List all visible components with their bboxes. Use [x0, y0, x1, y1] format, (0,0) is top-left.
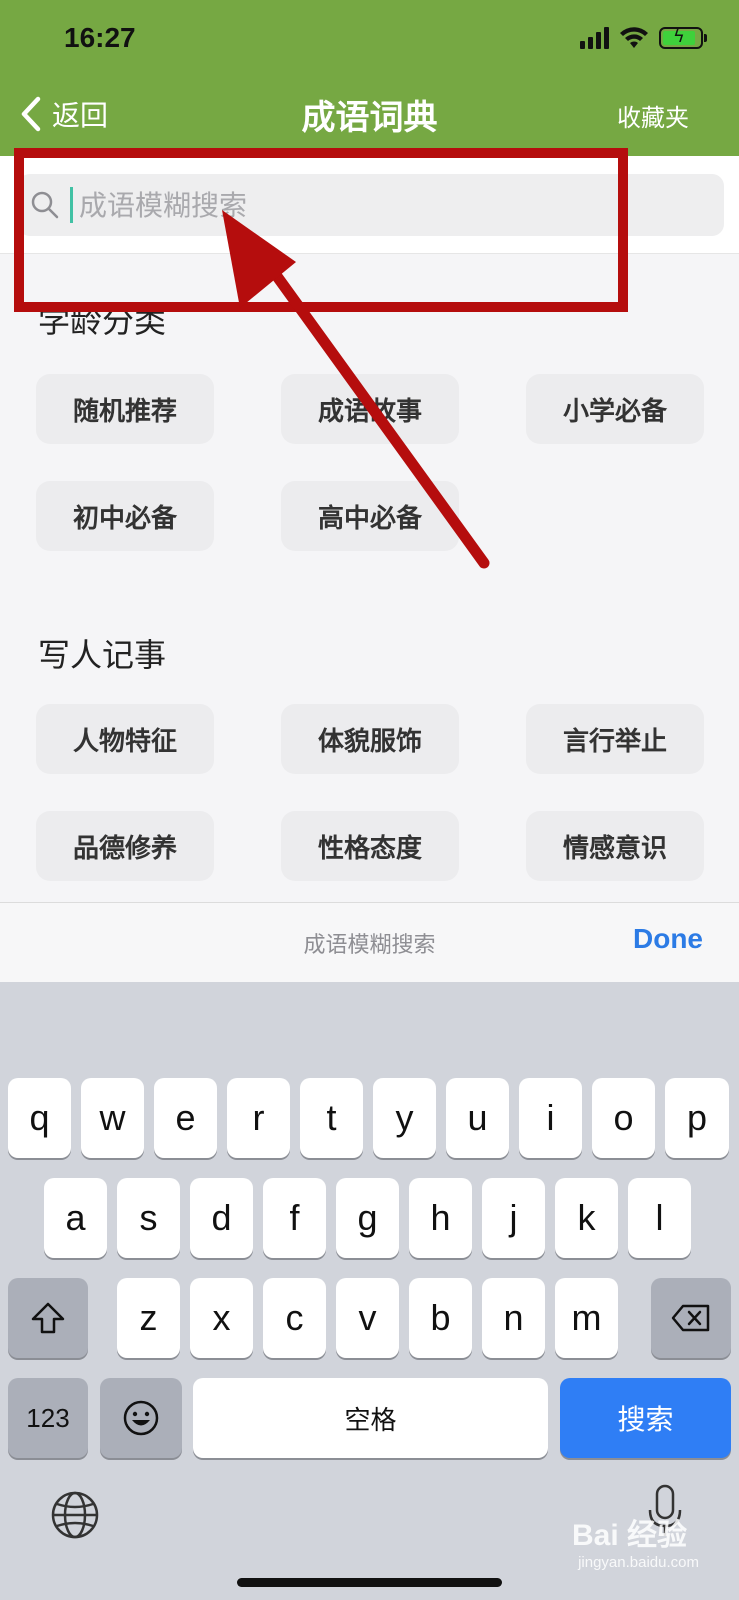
key-e[interactable]: e: [154, 1078, 217, 1158]
backspace-icon: [671, 1304, 710, 1332]
watermark-url: jingyan.baidu.com: [578, 1554, 699, 1571]
chip-appearance[interactable]: 体貌服饰: [281, 704, 459, 774]
key-p[interactable]: p: [665, 1078, 729, 1158]
emoji-icon: [123, 1400, 159, 1436]
key-f[interactable]: f: [263, 1178, 326, 1258]
key-m[interactable]: m: [555, 1278, 618, 1358]
chip-attitude[interactable]: 性格态度: [281, 811, 459, 881]
space-key[interactable]: 空格: [193, 1378, 548, 1458]
key-q[interactable]: q: [8, 1078, 71, 1158]
key-z[interactable]: z: [117, 1278, 180, 1358]
chip-junior-high[interactable]: 初中必备: [36, 481, 214, 551]
key-l[interactable]: l: [628, 1178, 691, 1258]
annotation-highlight-box: [14, 148, 628, 312]
keyboard: q w e r t y u i o p a s d f g h j k l z …: [0, 982, 739, 1600]
globe-icon: [51, 1491, 99, 1539]
section-title-people-events: 写人记事: [38, 636, 167, 674]
chip-random[interactable]: 随机推荐: [36, 374, 214, 444]
key-x[interactable]: x: [190, 1278, 253, 1358]
key-c[interactable]: c: [263, 1278, 326, 1358]
favorites-button[interactable]: 收藏夹: [617, 98, 689, 133]
key-v[interactable]: v: [336, 1278, 399, 1358]
key-n[interactable]: n: [482, 1278, 545, 1358]
numbers-key[interactable]: 123: [8, 1378, 88, 1458]
key-b[interactable]: b: [409, 1278, 472, 1358]
shift-icon: [31, 1302, 65, 1334]
chip-morality[interactable]: 品德修养: [36, 811, 214, 881]
key-o[interactable]: o: [592, 1078, 655, 1158]
status-icons: ϟ: [580, 26, 707, 50]
key-k[interactable]: k: [555, 1178, 618, 1258]
key-d[interactable]: d: [190, 1178, 253, 1258]
chip-character-traits[interactable]: 人物特征: [36, 704, 214, 774]
key-s[interactable]: s: [117, 1178, 180, 1258]
accessory-label: 成语模糊搜索: [303, 933, 436, 958]
nav-bar: 16:27 ϟ 返回 成语词典 收藏夹: [0, 0, 739, 156]
status-time: 16:27: [64, 22, 136, 53]
key-t[interactable]: t: [300, 1078, 363, 1158]
key-u[interactable]: u: [446, 1078, 509, 1158]
key-g[interactable]: g: [336, 1178, 399, 1258]
search-key[interactable]: 搜索: [560, 1378, 731, 1458]
emoji-key[interactable]: [100, 1378, 182, 1458]
signal-icon: [580, 27, 609, 49]
chip-senior-high[interactable]: 高中必备: [281, 481, 459, 551]
key-i[interactable]: i: [519, 1078, 582, 1158]
chip-emotion[interactable]: 情感意识: [526, 811, 704, 881]
key-a[interactable]: a: [44, 1178, 107, 1258]
key-y[interactable]: y: [373, 1078, 436, 1158]
chip-idiom-stories[interactable]: 成语故事: [281, 374, 459, 444]
done-button[interactable]: Done: [633, 923, 703, 955]
wifi-icon: [620, 27, 648, 48]
key-j[interactable]: j: [482, 1178, 545, 1258]
battery-charging-icon: ϟ: [659, 26, 707, 49]
delete-key[interactable]: [651, 1278, 731, 1358]
keyboard-accessory-bar: 成语模糊搜索 Done: [0, 902, 739, 982]
key-h[interactable]: h: [409, 1178, 472, 1258]
key-w[interactable]: w: [81, 1078, 144, 1158]
home-indicator: [237, 1578, 502, 1587]
chip-behavior[interactable]: 言行举止: [526, 704, 704, 774]
watermark-brand: Bai 经验: [571, 1519, 687, 1552]
key-r[interactable]: r: [227, 1078, 290, 1158]
chip-primary-school[interactable]: 小学必备: [526, 374, 704, 444]
globe-button[interactable]: [50, 1490, 100, 1540]
shift-key[interactable]: [8, 1278, 88, 1358]
